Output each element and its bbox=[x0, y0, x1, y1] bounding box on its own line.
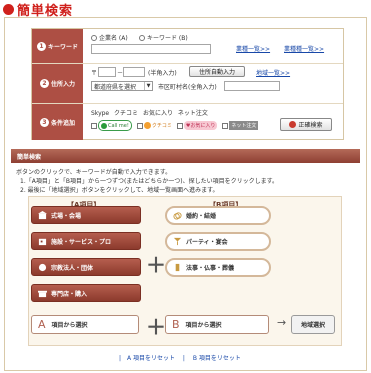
step-number-3: 3 bbox=[39, 117, 49, 127]
radio-keyword[interactable]: キーワード (B) bbox=[139, 33, 188, 42]
a-item-venue[interactable]: 式場・会場 bbox=[31, 206, 141, 224]
conditions-row-label: 3 条件追加 bbox=[32, 104, 83, 140]
net-order-label: ネット注文 bbox=[177, 110, 208, 117]
reset-b-link[interactable]: B 項目をリセット bbox=[193, 355, 241, 362]
area-select-label: 地域選択 bbox=[300, 322, 325, 329]
keyword-row-label: 1 キーワード bbox=[32, 29, 83, 63]
reset-links: | A 項目をリセット | B 項目をリセット bbox=[119, 353, 241, 362]
address-auto-fill-button[interactable]: 住所自動入力 bbox=[189, 66, 245, 77]
description-line: ボタンのクリックで、キーワードが自動で入力できます。 bbox=[16, 169, 172, 176]
temple-icon bbox=[38, 263, 47, 271]
radio-keyword-label: キーワード (B) bbox=[147, 35, 188, 42]
facility-icon bbox=[38, 238, 47, 245]
reset-separator: | bbox=[119, 355, 122, 362]
b-selection-button[interactable]: B 項目から選択 bbox=[165, 315, 269, 334]
building-icon bbox=[38, 210, 47, 219]
reset-a-link[interactable]: A 項目をリセット bbox=[127, 355, 175, 362]
conditions-label: 条件追加 bbox=[50, 119, 75, 127]
step-number-1: 1 bbox=[36, 41, 46, 51]
address-label: 住所入力 bbox=[50, 81, 75, 88]
prefecture-select-value: 都道府県を選択 bbox=[94, 83, 137, 91]
radio-icon bbox=[91, 34, 97, 41]
conditions-row: 3 条件追加 Skype クチコミ お気に入り ネット注文 Call me! ク… bbox=[32, 104, 343, 140]
category-panel: 【A項目】 【B項目】 式場・会場 施設・サービス・プロ 宗教法人・団体 専門店… bbox=[28, 196, 342, 346]
zip-note: (半角入力) bbox=[148, 70, 177, 77]
review-icon: クチコミ bbox=[143, 121, 172, 130]
rings-icon bbox=[173, 212, 182, 220]
net-order-icon: ネット注文 bbox=[229, 121, 259, 130]
a-item-shop[interactable]: 専門店・購入 bbox=[31, 284, 141, 302]
address-row-label: 2 住所入力 bbox=[32, 64, 83, 103]
review-label: クチコミ bbox=[114, 110, 139, 117]
zip-mark: 〒 bbox=[91, 70, 98, 77]
city-label: 市区町村名(全角入力) bbox=[158, 84, 217, 91]
industry-list-link[interactable]: 業種一覧>> bbox=[236, 44, 270, 53]
keyword-row: 1 キーワード 企業名 (A) キーワード (B) 業種一覧>> 業種種一覧>> bbox=[32, 29, 343, 64]
description-step-1: 1.「A項目」と「B項目」から一つずつ(またはどちらか一つ)、探したい項目をクリ… bbox=[20, 178, 279, 185]
skype-checkbox[interactable] bbox=[91, 122, 97, 129]
review-checkbox[interactable] bbox=[136, 122, 143, 129]
a-selection-label: 項目から選択 bbox=[51, 322, 88, 329]
a-item-venue-label: 式場・会場 bbox=[51, 212, 82, 220]
zip-input-1[interactable] bbox=[98, 67, 116, 77]
a-selection-button[interactable]: A 項目から選択 bbox=[31, 315, 139, 334]
zip-input-2[interactable] bbox=[123, 67, 145, 77]
keyword-input[interactable] bbox=[91, 44, 211, 54]
search-form: 1 キーワード 企業名 (A) キーワード (B) 業種一覧>> 業種種一覧>>… bbox=[31, 28, 344, 140]
plus-icon-2: ＋ bbox=[146, 315, 166, 339]
b-item-wedding[interactable]: 婚約・結婚 bbox=[165, 206, 271, 225]
glass-icon bbox=[173, 237, 182, 246]
b-letter: B bbox=[172, 318, 180, 331]
condition-labels: Skype クチコミ お気に入り ネット注文 bbox=[91, 108, 208, 117]
description-step-2: 2. 最後に「地域選択」ボタンをクリックして、地域一覧画面へ進みます。 bbox=[20, 187, 219, 194]
skype-call-icon: Call me! bbox=[98, 120, 132, 131]
radio-icon bbox=[139, 34, 145, 41]
bullet-icon bbox=[3, 3, 14, 15]
net-order-checkbox[interactable] bbox=[222, 122, 229, 129]
page-title: 簡単検索 bbox=[17, 3, 74, 19]
address-row: 2 住所入力 〒 － (半角入力) 住所自動入力 地域一覧>> 都道府県を選択 … bbox=[32, 64, 343, 104]
reset-separator: | bbox=[182, 355, 185, 362]
precise-search-button[interactable]: 正確検索 bbox=[280, 118, 332, 131]
industry-type-list-link[interactable]: 業種種一覧>> bbox=[284, 44, 324, 53]
a-item-shop-label: 専門店・購入 bbox=[51, 290, 88, 298]
section-banner: 簡単検索 bbox=[11, 149, 360, 163]
shop-icon bbox=[38, 290, 47, 297]
city-input[interactable] bbox=[224, 81, 280, 91]
skype-label: Skype bbox=[91, 110, 110, 117]
search-dot-icon bbox=[289, 121, 297, 128]
chevron-down-icon: ▼ bbox=[144, 82, 152, 90]
area-select-button[interactable]: 地域選択 bbox=[291, 315, 335, 334]
b-item-wedding-label: 婚約・結婚 bbox=[186, 213, 217, 220]
a-letter: A bbox=[38, 318, 46, 331]
b-item-party[interactable]: パーティ・宴会 bbox=[165, 232, 271, 251]
a-item-religious-label: 宗教法人・団体 bbox=[51, 264, 94, 272]
condition-checkboxes: Call me! クチコミ ♥ お気に入り ネット注文 bbox=[91, 120, 259, 131]
b-item-memorial[interactable]: 法事・仏事・葬儀 bbox=[165, 258, 271, 277]
keyword-label: キーワード bbox=[47, 43, 78, 51]
favorite-checkbox[interactable] bbox=[176, 122, 183, 129]
a-item-facility-label: 施設・サービス・プロ bbox=[51, 238, 112, 246]
prefecture-select[interactable]: 都道府県を選択 ▼ bbox=[91, 81, 153, 91]
radio-company-label: 企業名 (A) bbox=[99, 35, 128, 42]
arrow-right-icon: → bbox=[277, 316, 287, 329]
step-number-2: 2 bbox=[39, 79, 49, 88]
description: ボタンのクリックで、キーワードが自動で入力できます。 1.「A項目」と「B項目」… bbox=[16, 168, 356, 195]
prayer-icon bbox=[175, 263, 180, 272]
plus-icon: ＋ bbox=[146, 253, 166, 277]
a-item-religious[interactable]: 宗教法人・団体 bbox=[31, 258, 141, 276]
b-item-party-label: パーティ・宴会 bbox=[186, 239, 228, 246]
favorite-label: お気に入り bbox=[142, 110, 173, 117]
precise-search-label: 正確検索 bbox=[298, 122, 323, 129]
favorite-heart-icon: ♥ お気に入り bbox=[183, 121, 218, 130]
page-header: 簡単検索 bbox=[3, 2, 74, 19]
b-item-memorial-label: 法事・仏事・葬儀 bbox=[186, 265, 235, 272]
area-list-link[interactable]: 地域一覧>> bbox=[256, 68, 290, 77]
radio-company-name[interactable]: 企業名 (A) bbox=[91, 33, 128, 42]
b-selection-label: 項目から選択 bbox=[185, 322, 222, 329]
a-item-facility[interactable]: 施設・サービス・プロ bbox=[31, 232, 141, 250]
